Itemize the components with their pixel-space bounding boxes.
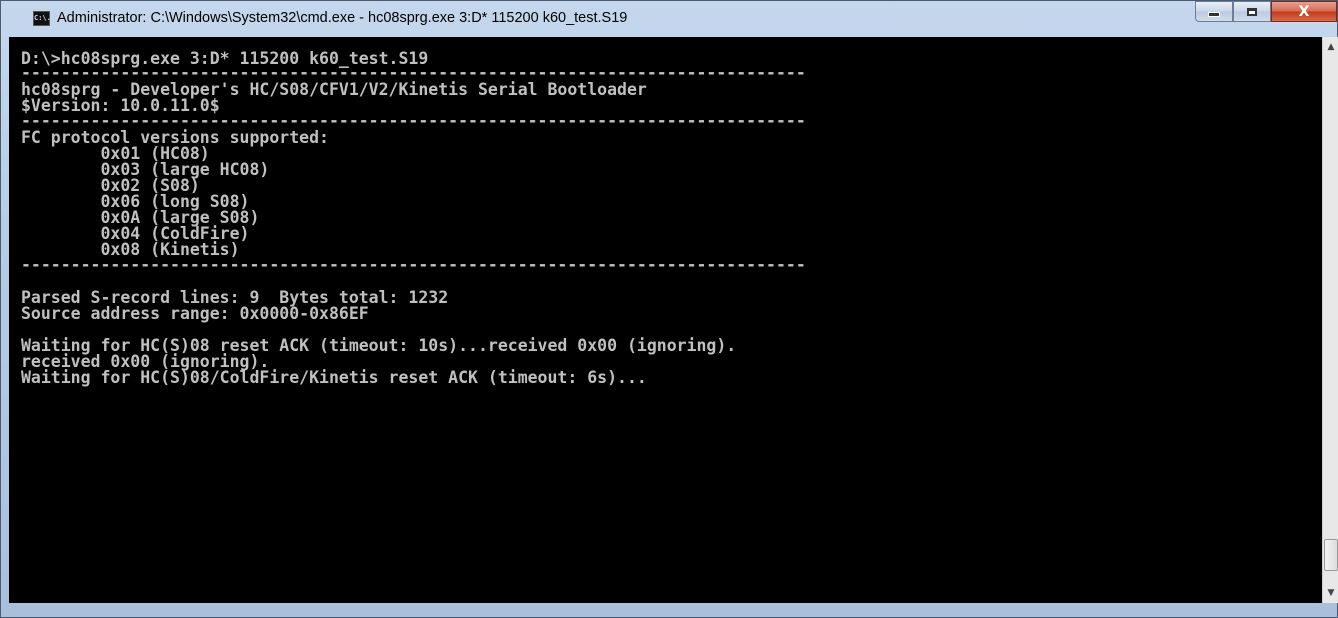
console-separator: ----------------------------------------…	[21, 63, 806, 82]
cmd-window: C:\. Administrator: C:\Windows\System32\…	[0, 0, 1338, 618]
scrollbar-thumb[interactable]	[1324, 539, 1338, 571]
close-button[interactable]: X	[1271, 1, 1337, 22]
scroll-up-arrow-icon[interactable]: ▲	[1323, 39, 1338, 55]
console-line: Source address range: 0x0000-0x86EF	[21, 304, 369, 323]
vertical-scrollbar[interactable]: ▲ ▼	[1322, 37, 1338, 603]
minimize-button[interactable]	[1195, 1, 1233, 22]
maximize-icon	[1247, 7, 1257, 16]
scroll-down-arrow-icon[interactable]: ▼	[1323, 585, 1338, 601]
console-line: Waiting for HC(S)08/ColdFire/Kinetis res…	[21, 368, 647, 387]
minimize-icon	[1208, 12, 1220, 17]
console-separator: ----------------------------------------…	[21, 255, 806, 274]
console-output[interactable]: D:\>hc08sprg.exe 3:D* 115200 k60_test.S1…	[9, 37, 1322, 603]
window-title: Administrator: C:\Windows\System32\cmd.e…	[57, 10, 628, 26]
window-bottom-frame	[1, 603, 1337, 617]
window-controls: X	[1195, 1, 1337, 23]
close-icon: X	[1298, 3, 1310, 20]
console-icon[interactable]: C:\.	[33, 11, 51, 26]
maximize-button[interactable]	[1233, 1, 1271, 22]
console-separator: ----------------------------------------…	[21, 111, 806, 130]
title-bar[interactable]: C:\. Administrator: C:\Windows\System32\…	[1, 1, 1337, 37]
